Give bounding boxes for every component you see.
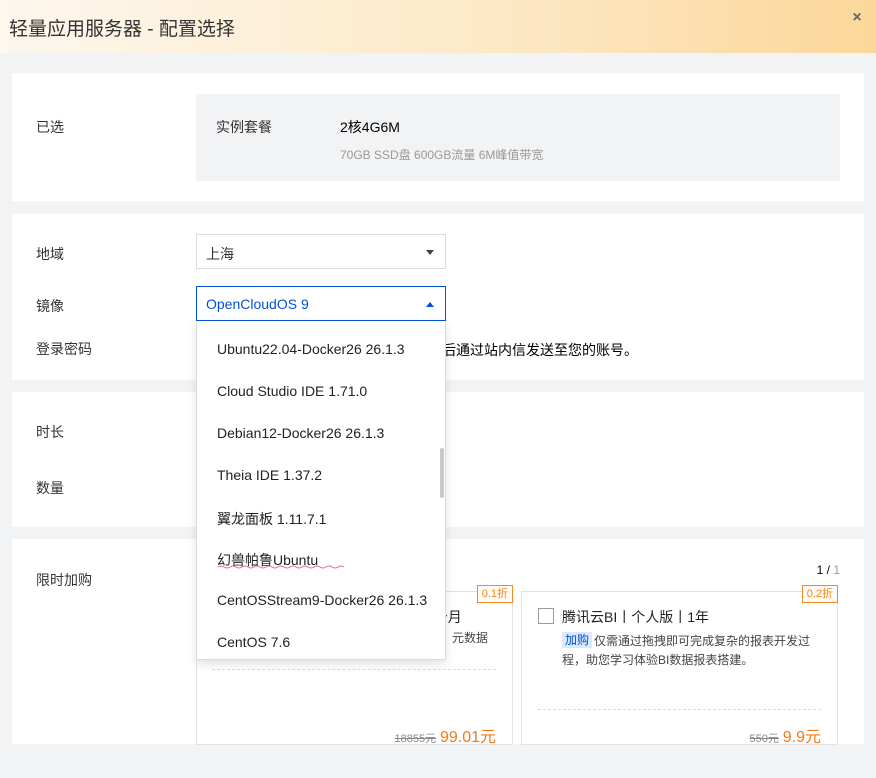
plan-value: 2核4G6M [340,119,400,135]
pager-total: 1 [833,563,840,577]
close-icon[interactable]: × [848,9,866,27]
quantity-label: 数量 [36,480,64,496]
plan-label: 实例套餐 [216,119,272,135]
old-price: 18855元 [394,733,437,745]
region-select[interactable]: 上海 [196,234,446,269]
dialog-title: 轻量应用服务器 - 配置选择 [9,19,235,40]
dropdown-option[interactable]: CentOSStream9-Docker26 26.1.3 [217,592,427,608]
divider [538,709,821,710]
dropdown-option[interactable]: Debian12-Docker26 26.1.3 [217,425,384,441]
addons-label: 限时加购 [36,572,92,588]
plan-desc: 70GB SSD盘 600GB流量 6M峰值带宽 [340,148,544,162]
duration-label: 时长 [36,424,64,440]
discount-badge: 0.1折 [476,585,513,603]
addons-pager: 1 / 1 [817,563,840,577]
dropdown-option[interactable]: Cloud Studio IDE 1.71.0 [217,383,367,399]
image-select[interactable]: OpenCloudOS 9 [196,286,446,321]
addon-desc: 仅需通过拖拽即可完成复杂的报表开发过程，助您学习体验BI数据报表搭建。 [562,634,811,667]
dropdown-option[interactable]: Theia IDE 1.37.2 [217,467,322,483]
dropdown-option[interactable]: Ubuntu22.04-Docker26 26.1.3 [217,341,405,357]
addon-title: 腾讯云BI丨个人版丨1年 [562,609,710,625]
addon-price: 550元 9.9元 [750,723,822,747]
addon-price: 18855元 99.01元 [394,723,496,747]
image-dropdown-list[interactable]: Ubuntu22.04-Docker26 26.1.3 Cloud Studio… [196,321,446,660]
chevron-up-icon [426,302,434,307]
dropdown-option[interactable]: CentOS 7.6 [217,634,290,650]
dialog-header: 轻量应用服务器 - 配置选择 × [0,0,876,53]
dropdown-scrollbar[interactable] [440,448,444,498]
spellcheck-underline [218,565,344,569]
addon-card-2[interactable]: 0.2折 腾讯云BI丨个人版丨1年 仅需通过拖拽即可完成复杂的报表开发过程，助您… [521,585,838,747]
new-price: 99.01元 [439,729,496,746]
region-label: 地域 [36,246,64,262]
password-label: 登录密码 [36,341,92,357]
divider [212,669,496,670]
addon-checkbox[interactable] [538,608,554,624]
region-value: 上海 [206,246,234,262]
password-hint: 后通过站内信发送至您的账号。 [442,342,638,358]
selected-card: 已选 实例套餐 2核4G6M 70GB SSD盘 600GB流量 6M峰值带宽 [12,73,864,201]
image-label: 镜像 [36,298,64,314]
selected-plan-box: 实例套餐 2核4G6M 70GB SSD盘 600GB流量 6M峰值带宽 [196,94,840,181]
old-price: 550元 [749,733,779,745]
addon-desc-fragment: 元数据 [452,631,489,645]
dropdown-option[interactable]: 翼龙面板 1.11.7.1 [217,509,326,529]
new-price: 9.9元 [782,729,821,746]
discount-badge: 0.2折 [801,585,838,603]
chevron-down-icon [426,250,434,255]
pager-sep: / [823,563,834,577]
image-value: OpenCloudOS 9 [206,296,309,312]
selected-label: 已选 [36,119,64,135]
addon-tag: 加购 [562,632,593,648]
